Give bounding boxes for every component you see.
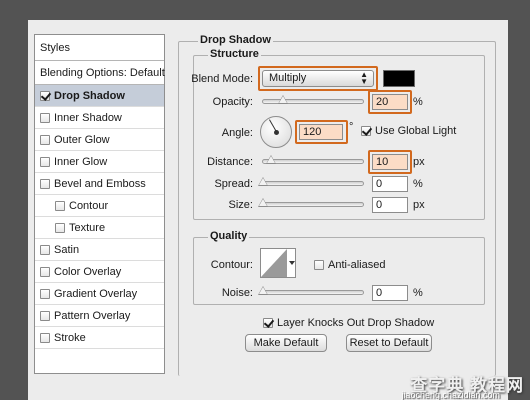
distance-label: Distance:: [207, 156, 253, 168]
knockout-label: Layer Knocks Out Drop Shadow: [277, 317, 435, 329]
style-item-label: Inner Glow: [54, 155, 108, 168]
spread-input[interactable]: 0: [372, 176, 408, 192]
size-slider[interactable]: [258, 198, 364, 207]
opacity-unit: %: [413, 96, 423, 108]
pattern-overlay-checkbox[interactable]: [40, 310, 50, 321]
contour-picker[interactable]: [260, 248, 296, 278]
style-item-color-overlay[interactable]: Color Overlay: [35, 261, 164, 283]
watermark-url: jiaocheng.chazidian.com: [401, 390, 500, 400]
make-default-button[interactable]: Make Default: [245, 334, 327, 352]
outer-glow-checkbox[interactable]: [40, 134, 50, 145]
noise-input[interactable]: 0: [372, 285, 408, 301]
style-item-drop-shadow[interactable]: Drop Shadow: [35, 85, 164, 107]
anti-aliased-checkbox[interactable]: [314, 260, 324, 270]
satin-checkbox[interactable]: [40, 244, 50, 255]
opacity-label: Opacity:: [212, 96, 253, 108]
slider-thumb[interactable]: [278, 95, 288, 104]
angle-unit: °: [349, 121, 354, 133]
contour-linear-icon: [261, 249, 295, 277]
quality-label: Quality: [208, 230, 250, 242]
styles-header: Styles: [35, 35, 164, 61]
blend-mode-label: Blend Mode:: [191, 73, 253, 85]
style-item-label: Gradient Overlay: [54, 287, 138, 300]
style-item-pattern-overlay[interactable]: Pattern Overlay: [35, 305, 164, 327]
structure-label: Structure: [208, 48, 261, 60]
size-input[interactable]: 0: [372, 197, 408, 213]
angle-dial[interactable]: [260, 116, 292, 148]
style-item-label: Texture: [69, 221, 106, 234]
style-item-label: Stroke: [54, 331, 86, 344]
bevel-emboss-checkbox[interactable]: [40, 178, 50, 189]
anti-aliased-label: Anti-aliased: [328, 259, 386, 271]
style-item-texture[interactable]: Texture: [35, 217, 164, 239]
use-global-light-checkbox[interactable]: [361, 126, 371, 136]
drop-shadow-title: Drop Shadow: [198, 34, 273, 46]
style-item-label: Bevel and Emboss: [54, 177, 146, 190]
style-item-label: Satin: [54, 243, 80, 256]
size-unit: px: [413, 199, 425, 211]
noise-unit: %: [413, 287, 423, 299]
style-item-label: Drop Shadow: [54, 89, 125, 102]
distance-unit: px: [413, 156, 425, 168]
highlight-box: [258, 66, 378, 91]
size-label: Size:: [228, 199, 253, 211]
distance-slider[interactable]: [262, 155, 364, 164]
texture-checkbox[interactable]: [55, 222, 65, 233]
style-item-outer-glow[interactable]: Outer Glow: [35, 129, 164, 151]
angle-label: Angle:: [221, 127, 253, 139]
styles-list: Styles Blending Options: Default Drop Sh…: [34, 34, 165, 374]
contour-label: Contour:: [210, 259, 253, 271]
spread-slider[interactable]: [258, 177, 364, 186]
highlight-box: [368, 90, 412, 114]
use-global-light-row[interactable]: Use Global Light: [361, 125, 456, 137]
slider-thumb[interactable]: [258, 286, 268, 295]
highlight-box: [295, 120, 348, 144]
blending-options-item[interactable]: Blending Options: Default: [35, 61, 165, 85]
opacity-slider[interactable]: [262, 95, 364, 104]
knockout-row[interactable]: Layer Knocks Out Drop Shadow: [263, 317, 434, 329]
noise-label: Noise:: [221, 287, 253, 299]
style-item-satin[interactable]: Satin: [35, 239, 164, 261]
stroke-checkbox[interactable]: [40, 332, 50, 343]
style-item-gradient-overlay[interactable]: Gradient Overlay: [35, 283, 164, 305]
slider-thumb[interactable]: [266, 155, 276, 164]
style-item-label: Contour: [69, 199, 109, 212]
style-item-label: Outer Glow: [54, 133, 110, 146]
gradient-overlay-checkbox[interactable]: [40, 288, 50, 299]
color-overlay-checkbox[interactable]: [40, 266, 50, 277]
style-item-contour[interactable]: Contour: [35, 195, 164, 217]
inner-shadow-checkbox[interactable]: [40, 112, 50, 123]
style-item-label: Pattern Overlay: [54, 309, 131, 322]
style-item-label: Inner Shadow: [54, 111, 122, 124]
style-item-stroke[interactable]: Stroke: [35, 327, 164, 349]
spread-label: Spread:: [214, 178, 253, 190]
reset-to-default-button[interactable]: Reset to Default: [346, 334, 432, 352]
style-item-bevel-emboss[interactable]: Bevel and Emboss: [35, 173, 164, 195]
anti-aliased-row[interactable]: Anti-aliased: [314, 259, 385, 271]
blending-options-label: Blending Options: Default: [40, 66, 165, 79]
use-global-light-label: Use Global Light: [375, 125, 457, 137]
slider-thumb[interactable]: [258, 198, 268, 207]
noise-slider[interactable]: [258, 286, 364, 295]
inner-glow-checkbox[interactable]: [40, 156, 50, 167]
contour-checkbox[interactable]: [55, 200, 65, 211]
highlight-box: [368, 150, 412, 174]
drop-shadow-checkbox[interactable]: [40, 90, 50, 101]
style-item-inner-glow[interactable]: Inner Glow: [35, 151, 164, 173]
angle-center-dot: [274, 130, 279, 135]
slider-thumb[interactable]: [258, 177, 268, 186]
shadow-color-swatch[interactable]: [383, 70, 415, 87]
knockout-checkbox[interactable]: [263, 318, 273, 328]
style-item-label: Color Overlay: [54, 265, 122, 278]
style-item-inner-shadow[interactable]: Inner Shadow: [35, 107, 164, 129]
spread-unit: %: [413, 178, 423, 190]
